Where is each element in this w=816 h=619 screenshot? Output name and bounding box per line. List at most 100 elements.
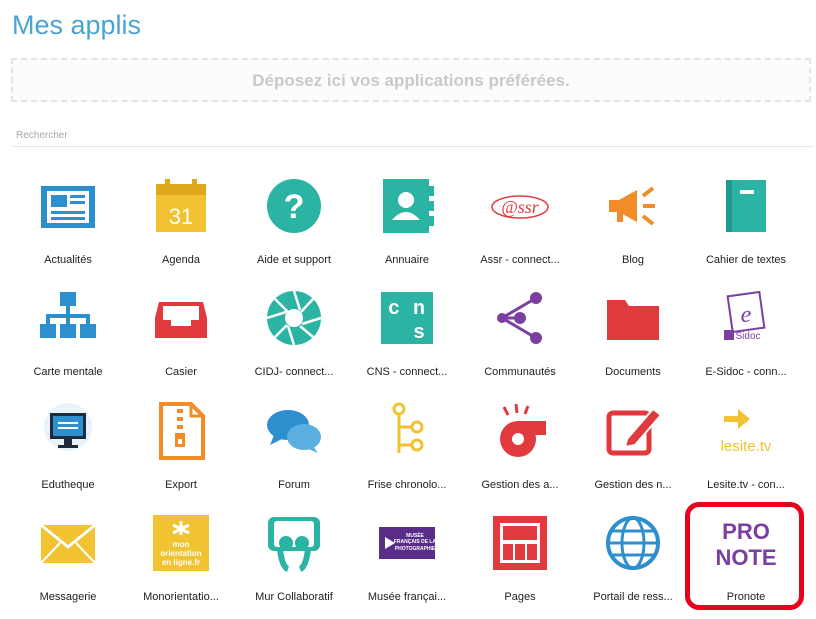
search-input[interactable]	[12, 125, 814, 147]
app-label: CNS - connect...	[366, 366, 448, 378]
app-label: Agenda	[162, 254, 200, 266]
app-label: Mur Collaboratif	[255, 591, 333, 603]
app-tile[interactable]: Documents	[577, 282, 689, 394]
app-tile[interactable]: MUSÉE FRANÇAIS DE LA PHOTOGRAPHIE Musée fra…	[351, 507, 463, 619]
pronote-highlight-frame	[685, 502, 804, 610]
app-tile[interactable]: lesite.tv Lesite.tv - con...	[690, 395, 802, 507]
app-label: Lesite.tv - con...	[707, 479, 785, 491]
aperture-icon	[264, 288, 324, 348]
app-tile[interactable]: Forum	[238, 395, 350, 507]
app-tile[interactable]: Gestion des n...	[577, 395, 689, 507]
app-tile[interactable]: Export	[125, 395, 237, 507]
app-tile[interactable]: Pages	[464, 507, 576, 619]
svg-text:mon: mon	[173, 540, 190, 549]
svg-text:n: n	[413, 298, 425, 321]
app-label: Gestion des n...	[594, 479, 672, 491]
musee-photo-logo-icon: MUSÉE FRANÇAIS DE LA PHOTOGRAPHIE	[377, 513, 437, 573]
app-tile[interactable]: Mur Collaboratif	[238, 507, 350, 619]
app-tile[interactable]: Cahier de textes	[690, 170, 802, 282]
newspaper-icon	[38, 176, 98, 236]
app-label: Actualités	[44, 254, 92, 266]
svg-text:en ligne.fr: en ligne.fr	[162, 558, 200, 567]
svg-text:e: e	[741, 302, 752, 328]
svg-text:FRANÇAIS DE LA: FRANÇAIS DE LA	[394, 539, 437, 545]
app-label: Blog	[621, 254, 645, 266]
app-label: Assr - connect...	[480, 254, 560, 266]
app-tile[interactable]: e Sidoc E-Sidoc - conn...	[690, 282, 802, 394]
app-label: E-Sidoc - conn...	[705, 366, 787, 378]
app-label: Export	[165, 479, 197, 491]
app-label: Carte mentale	[33, 366, 103, 378]
app-tile[interactable]: ? Aide et support	[238, 170, 350, 282]
slideshare-icon	[264, 513, 324, 573]
question-icon: ?	[264, 176, 324, 236]
app-label: Aide et support	[257, 254, 331, 266]
app-label: Forum	[278, 479, 310, 491]
favorites-dropzone[interactable]: Déposez ici vos applications préférées.	[11, 58, 811, 102]
svg-text:MUSÉE: MUSÉE	[406, 531, 424, 539]
lesite-logo-icon: lesite.tv	[716, 401, 776, 461]
cns-logo-icon: cns	[377, 288, 437, 348]
app-tile[interactable]: Communautés	[464, 282, 576, 394]
share-nodes-icon	[490, 288, 550, 348]
app-tile[interactable]: mon orientation en ligne.fr Monorientatio..…	[125, 507, 237, 619]
app-tile[interactable]: CIDJ- connect...	[238, 282, 350, 394]
svg-text:@ssr: @ssr	[501, 197, 540, 217]
app-tile[interactable]: @ssr Assr - connect...	[464, 170, 576, 282]
app-label: Edutheque	[41, 479, 95, 491]
chat-bubbles-icon	[264, 401, 324, 461]
app-label: Documents	[605, 366, 661, 378]
notebook-icon	[716, 176, 776, 236]
app-tile[interactable]: Portail de ress...	[577, 507, 689, 619]
web-page-icon	[490, 513, 550, 573]
timeline-icon	[377, 401, 437, 461]
sitemap-icon	[38, 288, 98, 348]
zip-file-icon	[151, 401, 211, 461]
app-tile[interactable]: Messagerie	[12, 507, 124, 619]
app-tile[interactable]: Annuaire	[351, 170, 463, 282]
app-label: Monorientatio...	[143, 591, 219, 603]
app-tile[interactable]: c n s CNS - connect...	[351, 282, 463, 394]
app-tile[interactable]: Frise chronolo...	[351, 395, 463, 507]
app-label: Annuaire	[384, 254, 430, 266]
contact-book-icon	[377, 176, 437, 236]
svg-text:PHOTOGRAPHIE: PHOTOGRAPHIE	[395, 546, 436, 552]
app-tile[interactable]: 31 Agenda	[125, 170, 237, 282]
inbox-tray-icon	[151, 288, 211, 348]
svg-text:c: c	[388, 298, 400, 321]
app-label: Messagerie	[39, 591, 97, 603]
app-label: Musée françai...	[367, 591, 447, 603]
svg-text:?: ?	[284, 188, 305, 226]
app-tile[interactable]: Actualités	[12, 170, 124, 282]
folder-icon	[603, 288, 663, 348]
calendar-icon: 31	[151, 176, 211, 236]
app-label: Frise chronolo...	[367, 479, 447, 491]
assr-logo-icon: @ssr	[490, 176, 550, 236]
app-label: CIDJ- connect...	[254, 366, 334, 378]
app-label: Cahier de textes	[705, 254, 787, 266]
edit-pencil-icon	[603, 401, 663, 461]
app-tile[interactable]: Casier	[125, 282, 237, 394]
app-tile[interactable]: Blog	[577, 170, 689, 282]
page-title: Mes applis	[12, 10, 142, 40]
globe-icon	[603, 513, 663, 573]
app-tile[interactable]: Edutheque	[12, 395, 124, 507]
monitor-icon	[38, 401, 98, 461]
monorientation-logo-icon: mon orientation en ligne.fr	[151, 513, 211, 573]
dropzone-text: Déposez ici vos applications préférées.	[252, 71, 570, 90]
whistle-icon	[490, 401, 550, 461]
app-label: Pages	[504, 591, 536, 603]
app-tile[interactable]: Gestion des a...	[464, 395, 576, 507]
svg-text:s: s	[413, 322, 425, 345]
app-label: Gestion des a...	[481, 479, 559, 491]
calendar-day-number: 31	[169, 204, 193, 229]
app-label: Casier	[165, 366, 197, 378]
app-label: Portail de ress...	[593, 591, 673, 603]
esidoc-logo-icon: e Sidoc	[716, 288, 776, 348]
app-label: Communautés	[484, 366, 556, 378]
svg-text:orientation: orientation	[160, 549, 201, 558]
svg-text:lesite.tv: lesite.tv	[721, 438, 772, 455]
envelope-icon	[38, 513, 98, 573]
megaphone-icon	[603, 176, 663, 236]
app-tile[interactable]: Carte mentale	[12, 282, 124, 394]
